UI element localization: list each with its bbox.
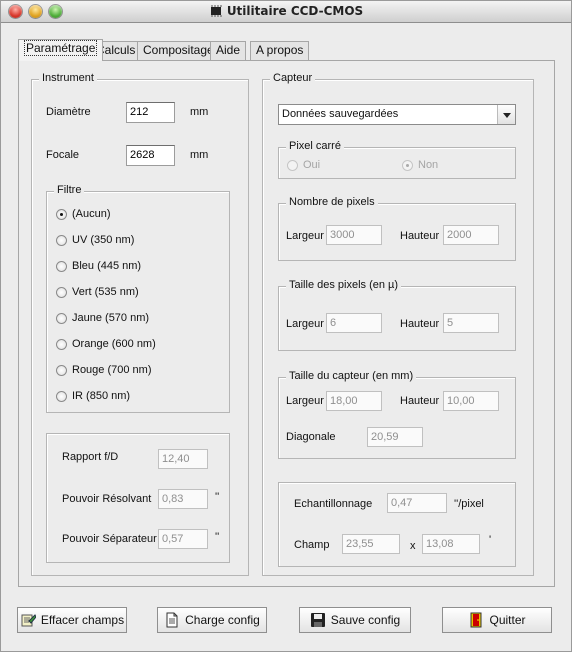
taille-pixels-hauteur-field[interactable]: 5 xyxy=(443,313,499,333)
taille-capteur-hauteur-field: 10,00 xyxy=(443,391,499,411)
taille-pixels-legend: Taille des pixels (en µ) xyxy=(286,279,402,291)
exit-door-icon xyxy=(470,612,482,628)
rapport-label: Rapport f/D xyxy=(62,451,119,463)
window-title: Utilitaire CCD-CMOS xyxy=(1,4,571,18)
tab-parametrage[interactable]: Paramétrage xyxy=(18,39,104,61)
nombre-pixels-legend: Nombre de pixels xyxy=(286,196,378,208)
sauve-config-button[interactable]: Sauve config xyxy=(299,607,411,633)
focale-field[interactable]: 2628 xyxy=(126,145,175,166)
radio-icon[interactable] xyxy=(287,160,298,171)
effacer-champs-button[interactable]: Effacer champs xyxy=(17,607,127,633)
taille-capteur-legend: Taille du capteur (en mm) xyxy=(286,370,417,382)
echantillonnage-unit: ''/pixel xyxy=(454,498,484,510)
pouvoir-resolvant-unit: '' xyxy=(215,491,220,503)
eraser-icon xyxy=(21,614,36,627)
diagonale-label: Diagonale xyxy=(286,431,336,443)
tab-a-propos[interactable]: A propos xyxy=(250,41,310,60)
nb-pixels-hauteur-field[interactable]: 2000 xyxy=(443,225,499,245)
save-disk-icon xyxy=(310,613,325,627)
focale-unit: mm xyxy=(190,149,209,161)
capteur-select[interactable]: Données sauvegardées xyxy=(278,104,516,125)
champ-label: Champ xyxy=(294,539,330,551)
radio-icon[interactable] xyxy=(56,365,67,376)
filtre-legend: Filtre xyxy=(54,184,85,196)
echantillonnage-label: Echantillonnage xyxy=(294,498,373,510)
capteur-legend: Capteur xyxy=(270,72,316,84)
chip-icon xyxy=(210,5,222,17)
champ-x-field: 23,55 xyxy=(342,534,400,554)
diametre-field[interactable]: 212 xyxy=(126,102,175,123)
radio-icon[interactable] xyxy=(56,339,67,350)
taille-pixels-largeur-field[interactable]: 6 xyxy=(326,313,382,333)
nb-pixels-largeur-label: Largeur xyxy=(286,230,324,242)
quitter-button[interactable]: Quitter xyxy=(442,607,552,633)
radio-icon[interactable] xyxy=(56,235,67,246)
focale-label: Focale xyxy=(46,149,80,161)
title-bar[interactable]: Utilitaire CCD-CMOS xyxy=(1,1,571,23)
capteur-select-value: Données sauvegardées xyxy=(282,108,399,120)
charge-config-button[interactable]: Charge config xyxy=(157,607,267,633)
tab-compositage[interactable]: Compositage xyxy=(137,41,220,60)
radio-icon[interactable] xyxy=(56,313,67,324)
open-file-icon xyxy=(166,612,178,628)
champ-unit: ' xyxy=(489,534,492,546)
radio-icon[interactable] xyxy=(56,391,67,402)
radio-icon[interactable] xyxy=(56,287,67,298)
taille-pixels-largeur-label: Largeur xyxy=(286,318,324,330)
app-window: Utilitaire CCD-CMOS Paramétrage Calculs … xyxy=(0,0,572,652)
pouvoir-resolvant-label: Pouvoir Résolvant xyxy=(62,493,152,505)
pixel-carre-legend: Pixel carré xyxy=(286,140,344,152)
filtre-group: Filtre xyxy=(46,184,230,413)
taille-capteur-largeur-field: 18,00 xyxy=(326,391,382,411)
tab-aide[interactable]: Aide xyxy=(210,41,247,60)
nb-pixels-largeur-field[interactable]: 3000 xyxy=(326,225,382,245)
diametre-unit: mm xyxy=(190,106,209,118)
taille-pixels-hauteur-label: Hauteur xyxy=(400,318,440,330)
instrument-legend: Instrument xyxy=(39,72,97,84)
champ-y-field: 13,08 xyxy=(422,534,480,554)
taille-capteur-largeur-label: Largeur xyxy=(286,395,324,407)
diagonale-field: 20,59 xyxy=(367,427,423,447)
pouvoir-separateur-label: Pouvoir Séparateur xyxy=(62,533,157,545)
echantillonnage-field: 0,47 xyxy=(387,493,447,513)
rapport-field: 12,40 xyxy=(158,449,208,469)
champ-separator: x xyxy=(410,540,416,552)
pouvoir-separateur-unit: '' xyxy=(215,531,220,543)
diametre-label: Diamètre xyxy=(46,106,91,118)
dropdown-arrow-icon[interactable] xyxy=(497,105,515,124)
taille-capteur-hauteur-label: Hauteur xyxy=(400,395,440,407)
nb-pixels-hauteur-label: Hauteur xyxy=(400,230,440,242)
radio-icon[interactable] xyxy=(56,261,67,272)
radio-icon[interactable] xyxy=(56,209,67,220)
pouvoir-resolvant-field: 0,83 xyxy=(158,489,208,509)
pouvoir-separateur-field: 0,57 xyxy=(158,529,208,549)
radio-icon[interactable] xyxy=(402,160,413,171)
